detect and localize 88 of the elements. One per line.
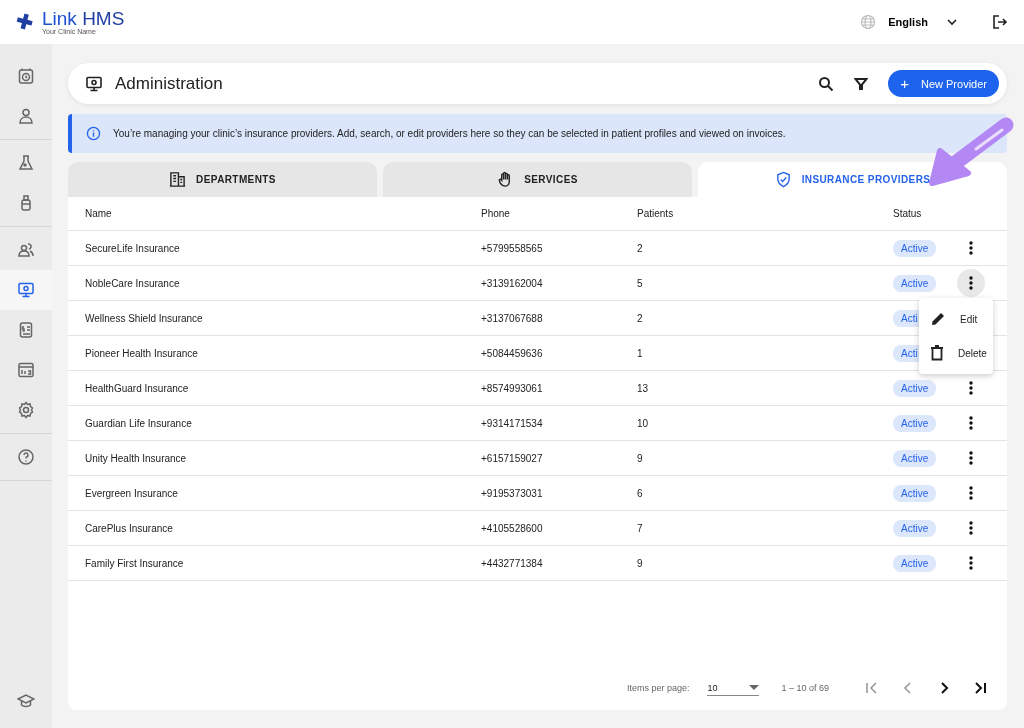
more-menu-button[interactable] — [957, 269, 985, 297]
tab[interactable]: SERVICES — [383, 162, 692, 197]
kebab-icon — [969, 451, 973, 465]
status-badge: Active — [893, 274, 937, 292]
status-badge: Active — [893, 414, 937, 432]
column-header: Patients — [637, 208, 675, 219]
table-cell-text: Family First Insurance — [85, 557, 185, 569]
shield-icon — [774, 171, 792, 188]
monitor-icon — [85, 74, 103, 93]
table-cell-text: 2 — [637, 312, 644, 324]
person-icon — [17, 107, 35, 125]
kebab-icon — [969, 521, 973, 535]
status-badge: Active — [893, 449, 937, 467]
building-icon — [169, 171, 187, 188]
people-icon — [17, 241, 35, 259]
kebab-icon — [969, 276, 973, 290]
table-cell-text: Wellness Shield Insurance — [85, 312, 204, 324]
status-badge: Active — [893, 484, 937, 502]
settings-icon — [17, 401, 35, 419]
dropdown-arrow-icon — [749, 685, 760, 690]
first-page-icon[interactable] — [865, 681, 879, 695]
table-cell-text: +5084459636 — [481, 347, 544, 359]
table-cell-text: +4105528600 — [481, 522, 544, 534]
table-cell-text: Unity Health Insurance — [85, 452, 188, 464]
column-header: Status — [893, 208, 923, 219]
tab[interactable]: INSURANCE PROVIDERS — [698, 162, 1007, 197]
table-cell-text: +4432771384 — [481, 557, 544, 569]
table-cell-text: CarePlus Insurance — [85, 522, 174, 534]
chart-icon — [17, 361, 35, 379]
new-provider-button[interactable]: + New Provider — [888, 70, 999, 97]
table-cell-text: NobleCare Insurance — [85, 277, 181, 289]
page-range: 1 – 10 of 69 — [781, 683, 829, 693]
status-badge: Active — [893, 379, 937, 397]
search-icon[interactable] — [818, 75, 835, 92]
status-badge: Active — [893, 554, 937, 572]
status-badge: Active — [893, 239, 937, 257]
table-cell-text: 6 — [637, 487, 644, 499]
sidebar-item[interactable] — [0, 270, 52, 310]
table-cell-text: 10 — [637, 417, 650, 429]
table-cell-text: Pioneer Health Insurance — [85, 347, 199, 359]
table-cell-text: +9195373031 — [481, 487, 544, 499]
column-header: Name — [85, 208, 113, 219]
table-cell-text: +9314171534 — [481, 417, 544, 429]
items-per-page-label: Items per page: — [626, 683, 690, 693]
page-size-select[interactable]: 10 — [707, 680, 760, 696]
filter-icon[interactable] — [854, 76, 869, 91]
table-cell-text: 7 — [637, 522, 644, 534]
kebab-icon — [969, 486, 973, 500]
table-cell-text: 1 — [637, 347, 644, 359]
logout-icon[interactable] — [992, 14, 1008, 30]
table-cell-text: SecureLife Insurance — [85, 242, 181, 254]
kebab-icon — [969, 381, 973, 395]
column-header: Phone — [481, 208, 511, 219]
kebab-icon — [969, 416, 973, 430]
status-badge: Active — [893, 519, 937, 537]
table-cell-text: +8574993061 — [481, 382, 544, 394]
chevron-down-icon — [946, 16, 958, 28]
calendar-icon — [17, 67, 35, 85]
table-cell-text: Evergreen Insurance — [85, 487, 179, 499]
table-cell-text: 5 — [637, 277, 644, 289]
brand-name: Link HMS — [42, 9, 125, 28]
flask-icon — [17, 154, 35, 172]
cross-logo-icon — [16, 13, 34, 31]
table-cell-text: +3137067688 — [481, 312, 544, 324]
table-cell-text: 2 — [637, 242, 644, 254]
table-cell-text: 9 — [637, 557, 644, 569]
info-text: You’re managing your clinic’s insurance providers. Add, search, or edit providers here so they can be selected in patient profiles and viewed on invoices. — [113, 128, 786, 139]
kebab-icon — [969, 556, 973, 570]
graduation-cap-icon[interactable] — [17, 692, 35, 710]
help-icon — [17, 448, 35, 466]
kebab-icon — [969, 241, 973, 255]
tab[interactable]: DEPARTMENTS — [68, 162, 377, 197]
table-cell-text: HealthGuard Insurance — [85, 382, 190, 394]
table-cell-text: +5799558565 — [481, 242, 544, 254]
document-icon — [17, 321, 35, 339]
table-cell-text: +6157159027 — [481, 452, 544, 464]
last-page-icon[interactable] — [973, 681, 987, 695]
pencil-icon — [930, 311, 946, 327]
table-cell-text: 13 — [637, 382, 650, 394]
page-title: Administration — [115, 73, 223, 94]
table-cell-text: Guardian Life Insurance — [85, 417, 193, 429]
trash-icon — [930, 345, 944, 361]
globe-icon — [860, 14, 877, 30]
info-icon — [86, 126, 101, 141]
table-cell-text: 9 — [637, 452, 644, 464]
language-select[interactable]: English — [888, 16, 958, 28]
monitor-icon — [17, 281, 35, 299]
table-cell-text: +3139162004 — [481, 277, 544, 289]
